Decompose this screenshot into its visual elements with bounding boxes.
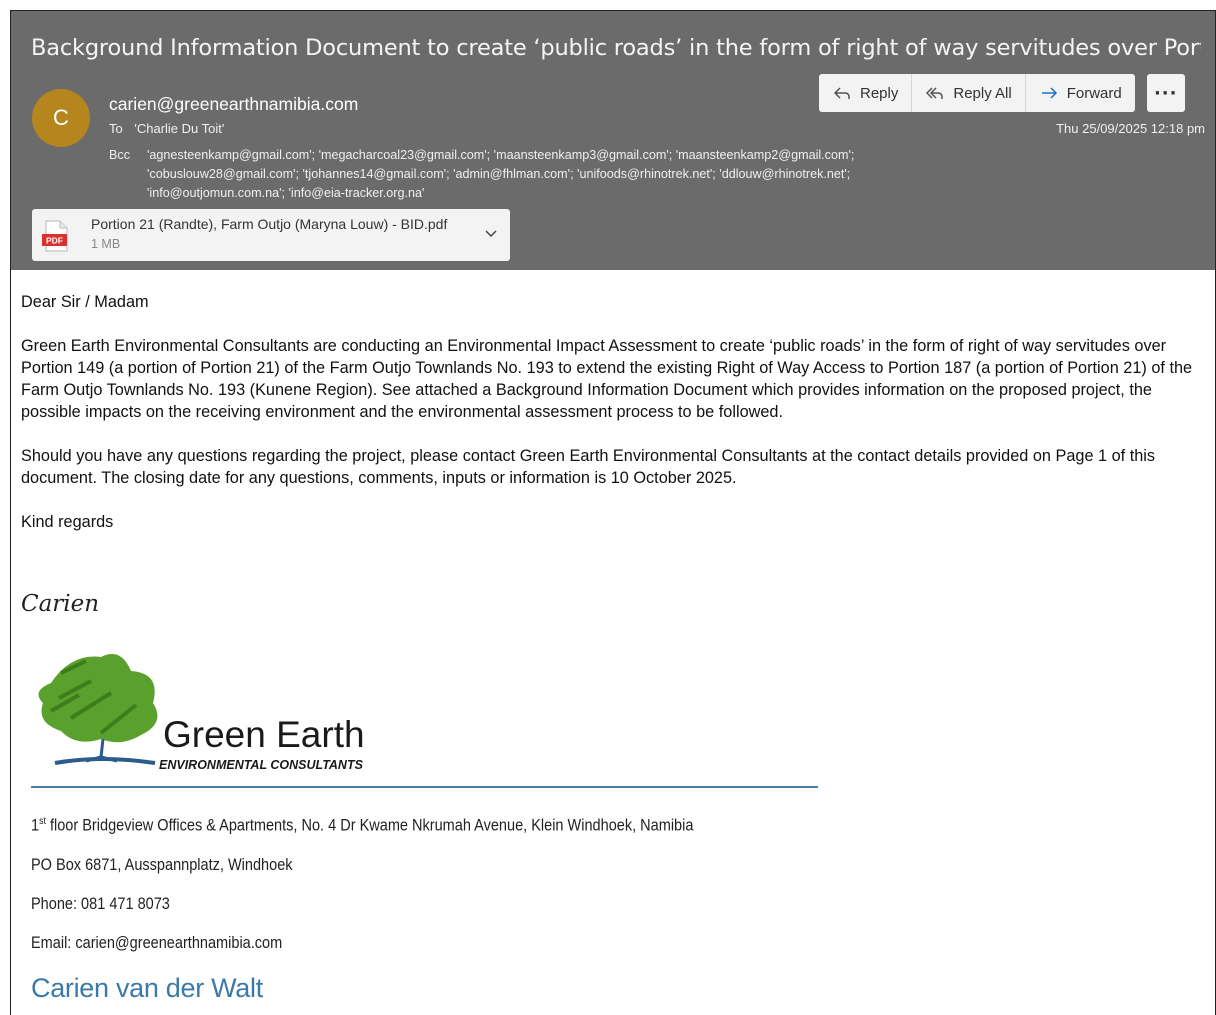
bcc-line: 'info@outjomun.com.na'; 'info@eia-tracke… — [147, 186, 425, 200]
reply-all-icon — [926, 87, 944, 99]
attachment-size: 1 MB — [91, 237, 121, 251]
to-label: To — [109, 121, 123, 136]
signature-script: Carien — [21, 591, 100, 617]
attachment-name: Portion 21 (Randte), Farm Outjo (Maryna … — [91, 216, 448, 232]
body-paragraph: Should you have any questions regarding … — [21, 447, 1156, 487]
reply-label: Reply — [860, 84, 899, 102]
signature-divider — [31, 786, 818, 788]
sender-address[interactable]: carien@greenearthnamibia.com — [109, 94, 358, 115]
logo-title: Green Earth — [163, 714, 365, 755]
forward-icon — [1041, 87, 1057, 99]
phone-line: Phone: 081 471 8073 — [31, 895, 170, 913]
green-earth-logo: Green Earth ENVIRONMENTAL CONSULTANTS — [38, 654, 365, 771]
pdf-file-icon: PDF — [42, 220, 68, 252]
body-paragraph: Green Earth Environmental Consultants ar… — [21, 337, 1193, 421]
reply-all-button[interactable]: Reply All — [912, 74, 1026, 112]
reply-button-group: Reply Reply All Forward — [819, 74, 1135, 112]
bcc-line: 'cobuslouw28@gmail.com'; 'tjohannes14@gm… — [147, 167, 851, 181]
email-reading-pane: Background Information Document to creat… — [10, 10, 1216, 1015]
greeting: Dear Sir / Madam — [21, 293, 149, 311]
chevron-down-icon[interactable] — [484, 226, 498, 240]
reply-button[interactable]: Reply — [819, 74, 913, 112]
reply-icon — [833, 87, 850, 99]
sent-date: Thu 25/09/2025 12:18 pm — [1056, 121, 1205, 136]
attachment-card[interactable]: PDF Portion 21 (Randte), Farm Outjo (Mar… — [32, 209, 510, 261]
email-header: Background Information Document to creat… — [11, 11, 1215, 270]
email-subject: Background Information Document to creat… — [31, 35, 1201, 61]
forward-button[interactable]: Forward — [1026, 74, 1135, 112]
bcc-line: 'agnesteenkamp@gmail.com'; 'megacharcoal… — [147, 148, 855, 162]
signature-full-name: Carien van der Walt — [31, 973, 263, 1003]
po-box-line: PO Box 6871, Ausspannplatz, Windhoek — [31, 856, 293, 874]
pdf-icon-label: PDF — [46, 236, 63, 246]
email-body: Dear Sir / Madam Green Earth Environment… — [21, 291, 1207, 555]
address-line: 1st floor Bridgeview Offices & Apartment… — [31, 816, 694, 835]
message-actions: Reply Reply All Forward ··· — [819, 74, 1185, 112]
forward-label: Forward — [1066, 84, 1122, 102]
to-recipient[interactable]: 'Charlie Du Toit' — [134, 121, 224, 136]
bcc-label: Bcc — [109, 148, 130, 162]
email-line[interactable]: Email: carien@greenearthnamibia.com — [31, 934, 282, 953]
tree-icon — [38, 654, 158, 765]
bcc-recipients[interactable]: 'agnesteenkamp@gmail.com'; 'megacharcoal… — [147, 146, 1047, 203]
to-row: To 'Charlie Du Toit' — [109, 121, 224, 136]
bcc-row: Bcc 'agnesteenkamp@gmail.com'; 'megachar… — [109, 146, 1047, 203]
reply-all-label: Reply All — [953, 84, 1012, 102]
sender-avatar[interactable]: C — [32, 89, 90, 147]
logo-subtitle: ENVIRONMENTAL CONSULTANTS — [159, 758, 364, 771]
more-actions-button[interactable]: ··· — [1146, 74, 1185, 112]
closing: Kind regards — [21, 513, 114, 531]
